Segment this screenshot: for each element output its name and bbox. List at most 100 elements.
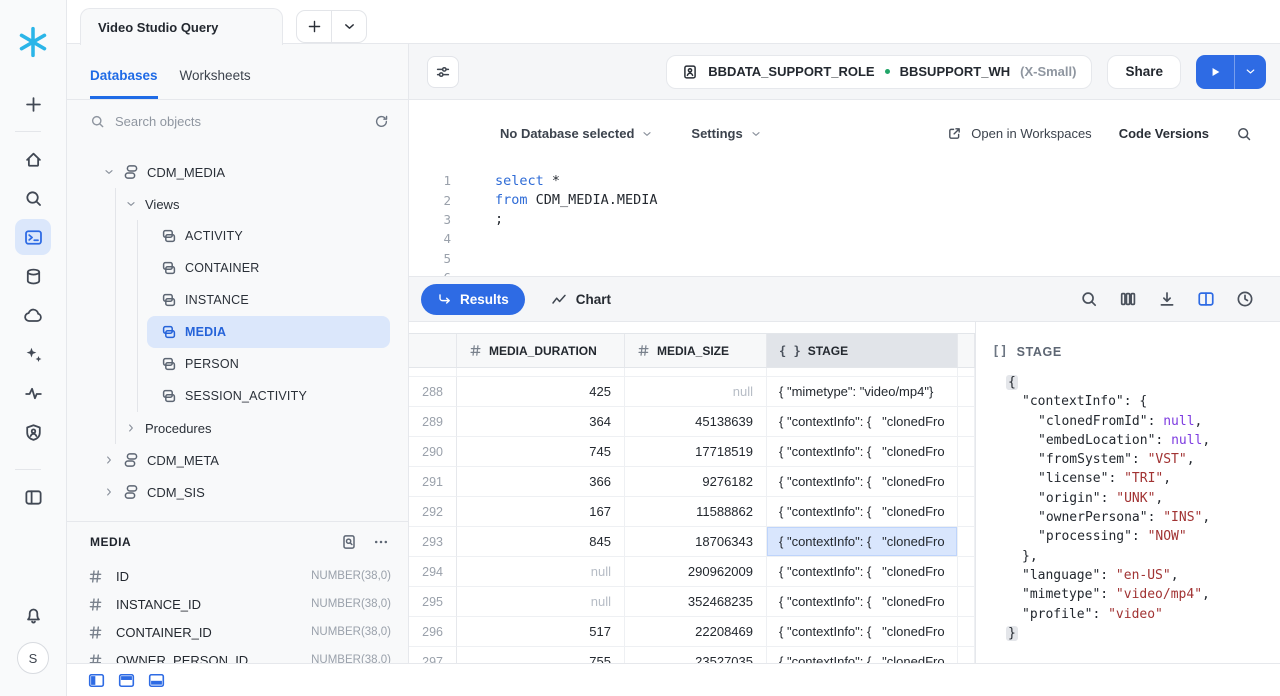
code-versions-button[interactable]: Code Versions [1119,126,1209,141]
run-options-button[interactable] [1235,55,1266,89]
cell-media-duration[interactable]: 366 [457,467,625,497]
schema-icon [123,164,139,180]
cell-stage[interactable]: { "contextInfo": { "clonedFro [767,617,958,647]
download-icon[interactable] [1158,290,1176,308]
tree-item-label: CONTAINER [185,261,260,275]
history-icon[interactable] [1236,290,1254,308]
tree-item-views[interactable]: Views [67,188,408,220]
cell-media-size[interactable]: 290962009 [625,557,767,587]
tree-item-cdm_media[interactable]: CDM_MEDIA [67,156,408,188]
cell-media-size[interactable]: 9276182 [625,467,767,497]
preview-data-icon[interactable] [341,534,357,550]
tree-item-cdm_meta[interactable]: CDM_META [67,444,408,476]
user-avatar[interactable]: S [17,642,49,674]
chevron-right-icon[interactable] [125,422,137,434]
tab-worksheets[interactable]: Worksheets [180,68,251,99]
run-button[interactable] [1196,55,1235,89]
tree-item-person[interactable]: PERSON [67,348,408,380]
share-button[interactable]: Share [1107,55,1181,89]
cell-media-size[interactable]: 17718519 [625,437,767,467]
new-tab-button[interactable] [297,11,331,42]
column-header-media_size[interactable]: MEDIA_SIZE [625,334,767,367]
cell-media-size[interactable]: 352468235 [625,587,767,617]
cell-media-duration[interactable]: null [457,587,625,617]
cell-stage[interactable]: { "contextInfo": { "clonedFro [767,407,958,437]
cell-media-duration[interactable]: 425 [457,377,625,407]
chevron-down-icon[interactable] [125,198,137,210]
rail-home-button[interactable] [15,141,51,177]
search-results-icon[interactable] [1080,290,1098,308]
tab-databases[interactable]: Databases [90,68,158,99]
rail-cloud-button[interactable] [15,297,51,333]
refresh-icon[interactable] [374,114,389,129]
cell-stage[interactable]: { "contextInfo": { "clonedFro [767,587,958,617]
cell-media-duration[interactable]: 517 [457,617,625,647]
cell-media-duration[interactable]: 364 [457,407,625,437]
cell-stage[interactable]: { "contextInfo": { "clonedFro [767,527,958,557]
tree-item-procedures[interactable]: Procedures [67,412,408,444]
tab-chart[interactable]: Chart [551,291,611,307]
rail-panels-button[interactable] [15,479,51,515]
rail-new-button[interactable] [15,86,51,122]
rail-activity-button[interactable] [15,375,51,411]
tree-item-label: Procedures [145,421,211,436]
notifications-button[interactable] [15,596,51,632]
cell-stage[interactable]: { "contextInfo": { "clonedFro [767,497,958,527]
settings-menu[interactable]: Settings [691,126,761,141]
tree-item-cdm_sis[interactable]: CDM_SIS [67,476,408,508]
chevron-down-icon[interactable] [103,166,115,178]
rail-governance-button[interactable] [15,414,51,450]
column-header-stage[interactable]: { }STAGE [767,334,958,367]
search-objects-input[interactable] [115,114,364,129]
json-line: "license": "TRI", [992,469,1280,488]
row-number-header[interactable] [409,334,457,367]
column-header-media_duration[interactable]: MEDIA_DURATION [457,334,625,367]
database-selector[interactable]: No Database selected [500,126,653,141]
search-icon [24,189,43,208]
cell-media-size[interactable]: 23527035 [625,647,767,663]
editor-search-icon[interactable] [1236,126,1252,142]
cell-stage[interactable]: { "contextInfo": { "clonedFro [767,557,958,587]
chevron-right-icon[interactable] [103,454,115,466]
cell-stage[interactable]: { "contextInfo": { "clonedFro [767,647,958,663]
cell-media-size[interactable]: 11588862 [625,497,767,527]
tab-results[interactable]: Results [421,284,525,315]
more-options-icon[interactable] [373,534,389,550]
tree-item-activity[interactable]: ACTIVITY [67,220,408,252]
tree-item-instance[interactable]: INSTANCE [67,284,408,316]
snowflake-logo-icon [16,25,50,59]
worksheet-settings-button[interactable] [427,56,459,88]
toggle-bottom-panel-icon[interactable] [148,672,165,689]
table-row: 29775523527035{ "contextInfo": { "cloned… [409,647,975,663]
tree-item-container[interactable]: CONTAINER [67,252,408,284]
json-line: "origin": "UNK", [992,489,1280,508]
tab-list-dropdown-button[interactable] [331,11,366,42]
cell-media-duration[interactable]: 755 [457,647,625,663]
context-selector[interactable]: BBDATA_SUPPORT_ROLE BBSUPPORT_WH (X-Smal… [666,55,1092,89]
split-view-icon[interactable] [1197,290,1215,308]
sql-editor[interactable]: 1select *2from CDM_MEDIA.MEDIA3;456 [409,167,1280,276]
cell-media-size[interactable]: 22208469 [625,617,767,647]
chevron-right-icon[interactable] [103,486,115,498]
rail-worksheets-button[interactable] [15,219,51,255]
cell-media-duration[interactable]: null [457,557,625,587]
cell-media-size[interactable]: 18706343 [625,527,767,557]
cell-media-duration[interactable]: 745 [457,437,625,467]
cell-media-duration[interactable]: 167 [457,497,625,527]
tree-item-session_activity[interactable]: SESSION_ACTIVITY [67,380,408,412]
tree-item-media[interactable]: MEDIA [147,316,390,348]
toggle-left-panel-icon[interactable] [88,672,105,689]
columns-icon[interactable] [1119,290,1137,308]
cell-stage[interactable]: { "contextInfo": { "clonedFro [767,467,958,497]
cell-stage[interactable]: { "mimetype": "video/mp4"} [767,377,958,407]
rail-search-button[interactable] [15,180,51,216]
cell-media-size[interactable]: 45138639 [625,407,767,437]
rail-ai-button[interactable] [15,336,51,372]
cell-media-size[interactable]: null [625,377,767,407]
worksheet-tab[interactable]: Video Studio Query [80,8,283,45]
toggle-top-panel-icon[interactable] [118,672,135,689]
cell-stage[interactable]: { "contextInfo": { "clonedFro [767,437,958,467]
rail-data-button[interactable] [15,258,51,294]
cell-media-duration[interactable]: 845 [457,527,625,557]
open-in-workspaces-link[interactable]: Open in Workspaces [947,126,1091,141]
